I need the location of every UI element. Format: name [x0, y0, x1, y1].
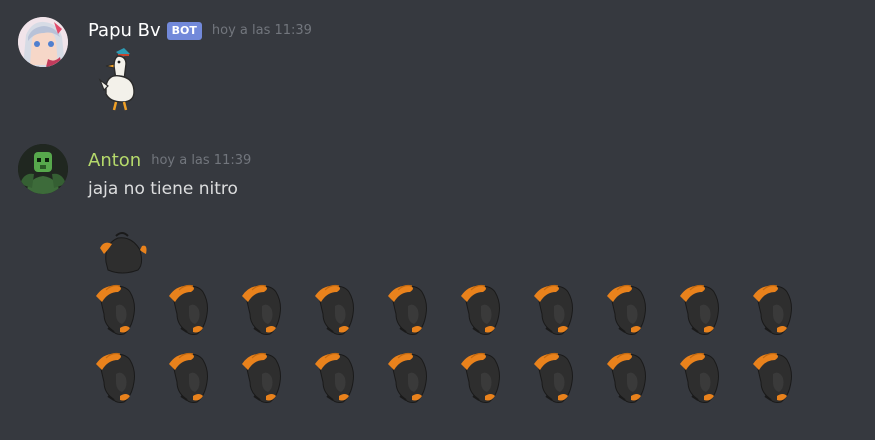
penguin-emoji-icon[interactable]	[749, 280, 799, 336]
penguin-emoji-icon[interactable]	[92, 280, 142, 336]
bot-badge: BOT	[166, 21, 202, 40]
penguin-emoji-icon[interactable]	[676, 280, 726, 336]
penguin-emoji-icon[interactable]	[238, 280, 288, 336]
goose-sticker[interactable]	[94, 46, 144, 112]
penguin-emoji-icon[interactable]	[457, 280, 507, 336]
penguin-emoji-icon[interactable]	[311, 348, 361, 404]
penguin-emoji-icon[interactable]	[603, 280, 653, 336]
username[interactable]: Papu Bv	[88, 20, 161, 41]
penguin-emoji-icon[interactable]	[384, 348, 434, 404]
penguin-emoji-icon[interactable]	[165, 280, 215, 336]
timestamp[interactable]: hoy a las 11:39	[151, 153, 251, 168]
message-text: jaja no tiene nitro	[88, 179, 238, 199]
penguin-emoji-icon[interactable]	[603, 348, 653, 404]
penguin-emoji-icon[interactable]	[238, 348, 288, 404]
penguin-emoji-icon[interactable]	[384, 280, 434, 336]
anime-girl-avatar-icon[interactable]	[18, 17, 68, 67]
penguin-emoji-icon[interactable]	[530, 280, 580, 336]
green-hulk-avatar-icon[interactable]	[18, 144, 68, 194]
message-header: Anton hoy a las 11:39	[88, 150, 251, 171]
penguin-emoji-icon[interactable]	[676, 348, 726, 404]
penguin-emoji-icon[interactable]	[165, 348, 215, 404]
penguin-emoji-icon[interactable]	[92, 348, 142, 404]
penguin-emoji-icon[interactable]	[98, 226, 148, 282]
message-anton: Anton hoy a las 11:39 jaja no tiene nitr…	[0, 120, 875, 440]
message-papu-bv: Papu Bv BOT hoy a las 11:39	[0, 0, 875, 120]
timestamp[interactable]: hoy a las 11:39	[212, 23, 312, 38]
penguin-emoji-icon[interactable]	[749, 348, 799, 404]
penguin-emoji-icon[interactable]	[530, 348, 580, 404]
message-header: Papu Bv BOT hoy a las 11:39	[88, 20, 312, 41]
penguin-emoji-icon[interactable]	[457, 348, 507, 404]
penguin-emoji-icon[interactable]	[311, 280, 361, 336]
username[interactable]: Anton	[88, 150, 141, 171]
